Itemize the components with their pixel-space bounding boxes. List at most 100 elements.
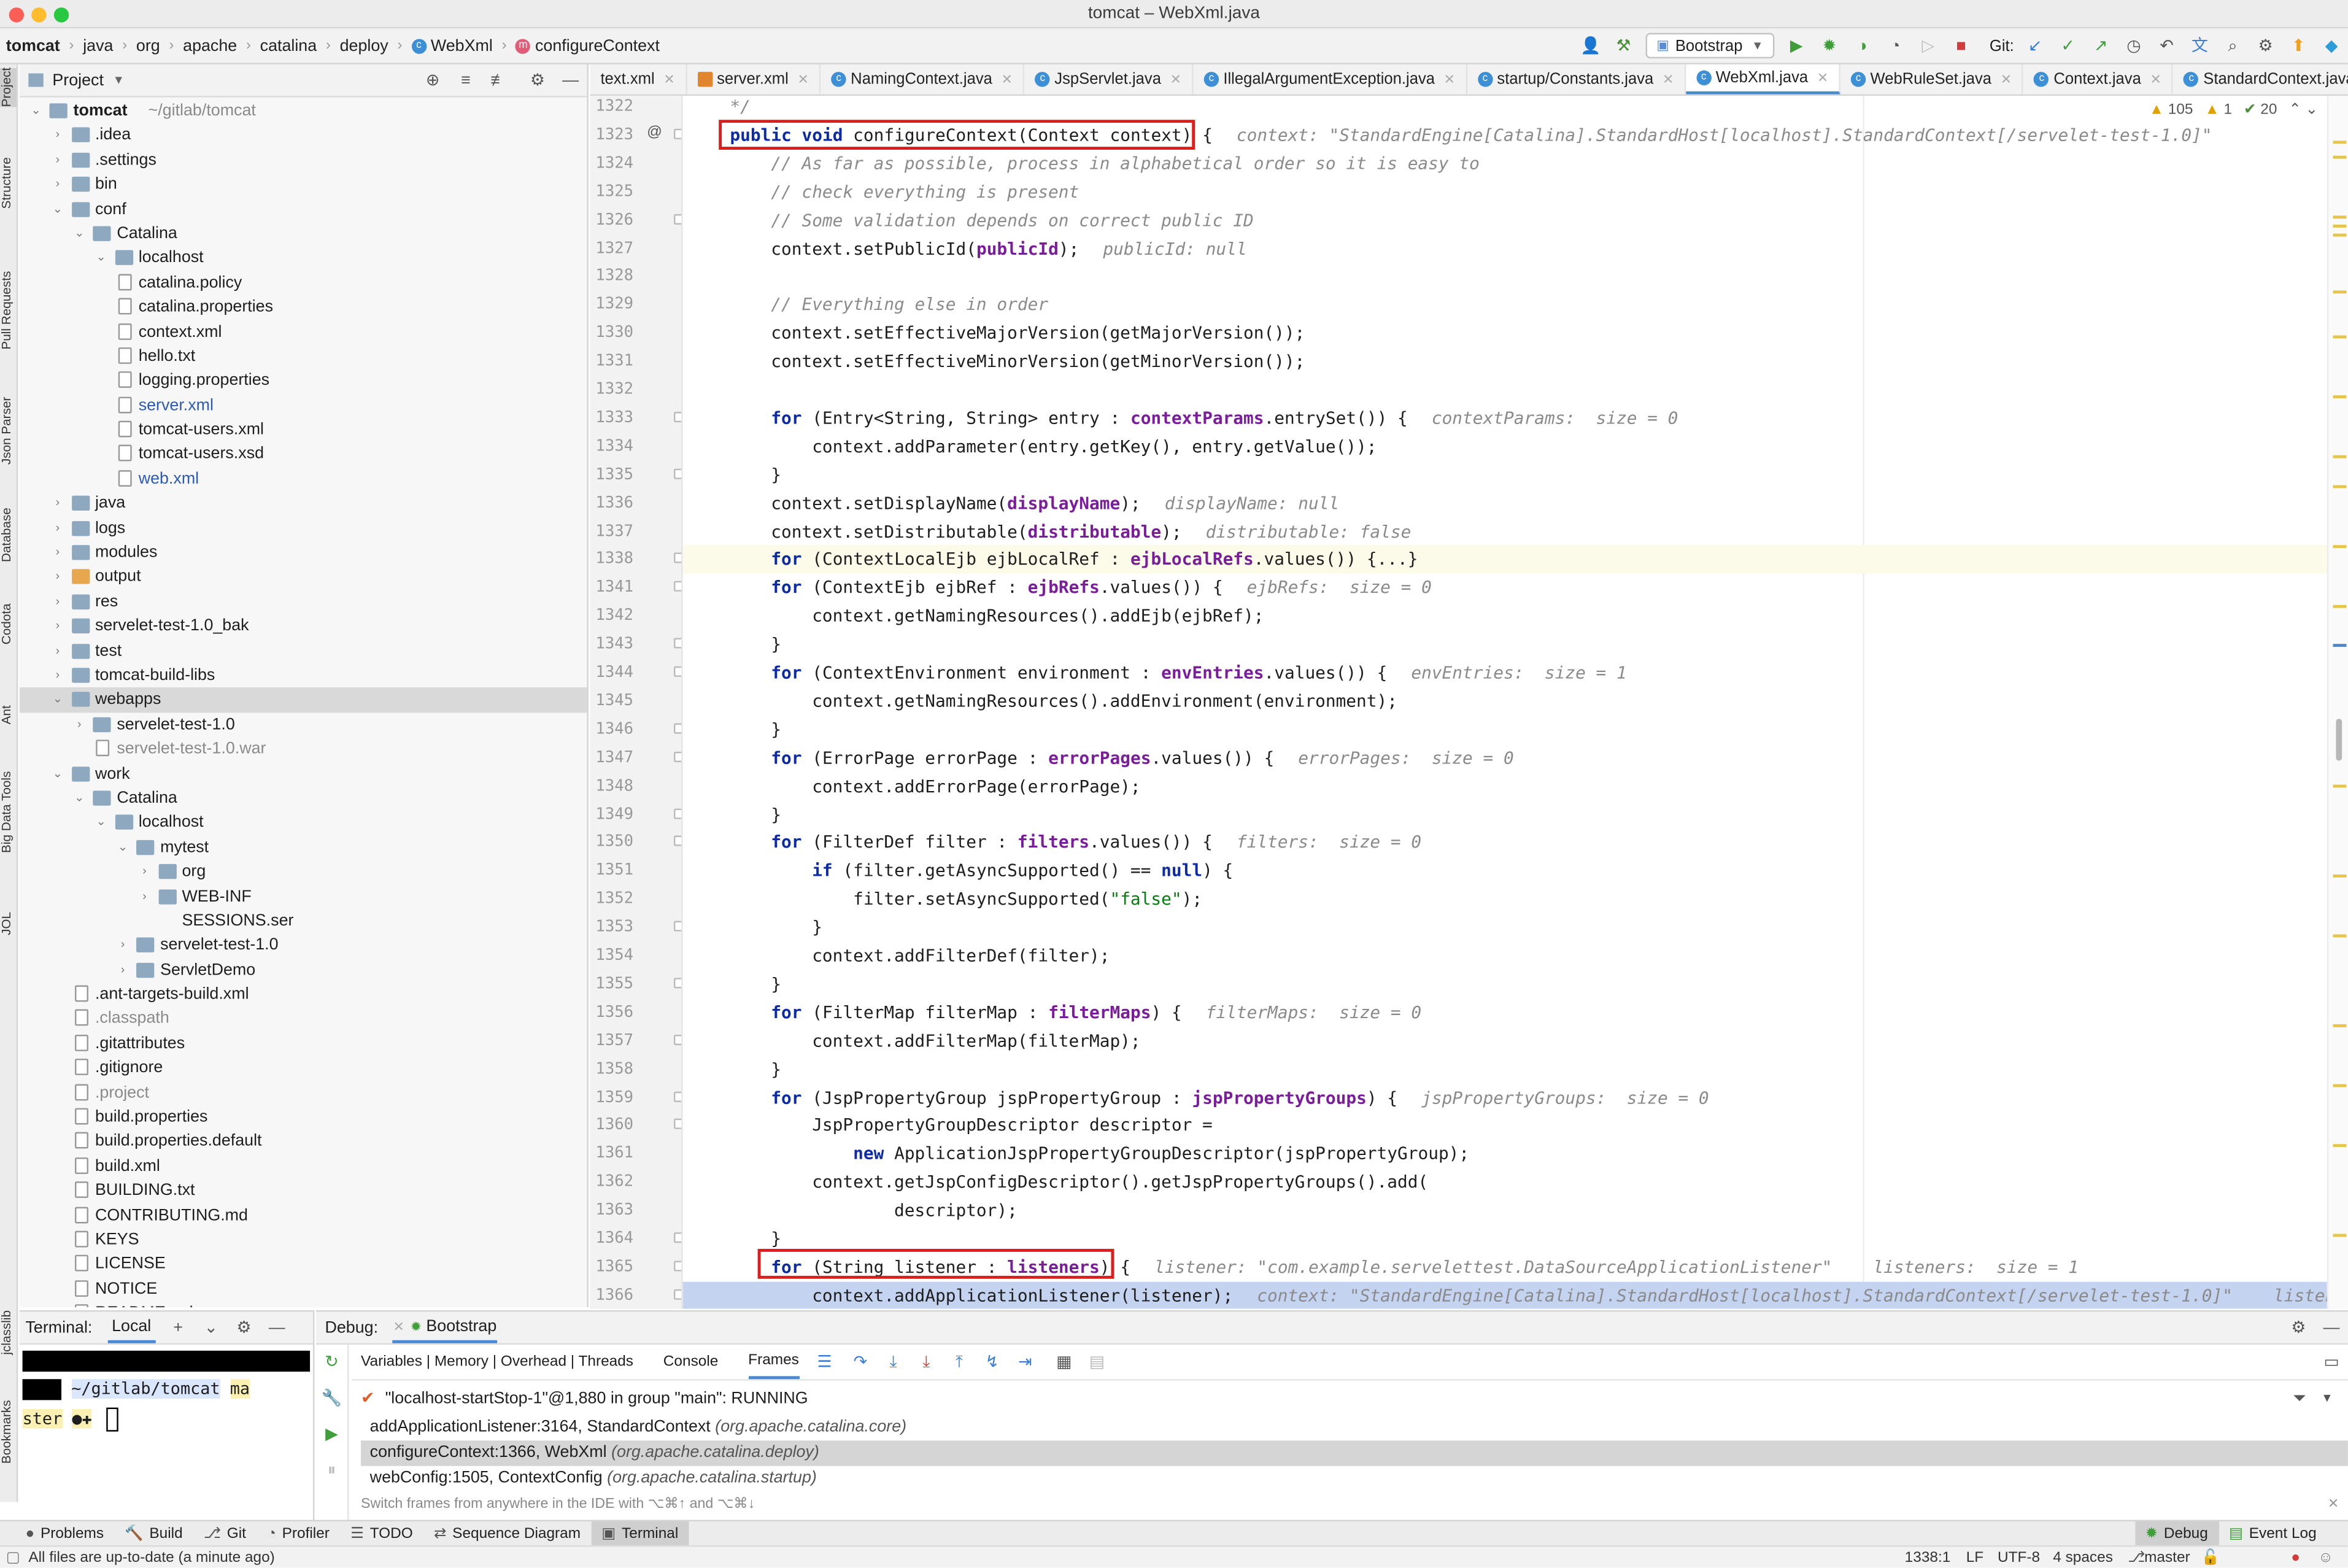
chevron-down-icon[interactable]: ⌄ [201,1317,222,1338]
tree-item[interactable]: › logs [20,516,587,541]
tree-item[interactable]: .classpath [20,1007,587,1032]
code-line[interactable]: context.setEffectiveMajorVersion(getMajo… [683,319,2327,347]
code-line[interactable]: } [683,800,2327,828]
editor-tab[interactable]: cStandardContext.java✕ [2173,64,2348,95]
tree-item[interactable]: SESSIONS.ser [20,909,587,933]
close-icon[interactable]: ✕ [1444,64,1455,95]
chevron-right-icon[interactable]: › [137,860,152,884]
code-line[interactable]: context.addApplicationListener(listener)… [682,1281,2327,1309]
tree-item[interactable]: build.xml [20,1154,587,1179]
hide-panel-icon[interactable]: — [560,69,581,90]
fold-icon[interactable] [674,128,682,139]
code-line[interactable]: for (FilterMap filterMap : filterMaps) {… [683,998,2327,1027]
code-line[interactable]: */ [683,96,2327,121]
tree-item[interactable]: › bin [20,172,587,197]
status-panel-icon[interactable]: ▢ [6,1547,20,1568]
tree-item[interactable]: ⌄ Catalina [20,786,587,811]
line-number[interactable]: 1324 [590,154,633,172]
git-push-icon[interactable]: ↗ [2090,35,2111,56]
tool-window-ant[interactable]: Ant [0,705,17,724]
code-line[interactable]: context.getNamingResources().addEnvironm… [683,687,2327,716]
breadcrumb-item[interactable]: › deploy [317,37,388,55]
override-marker-icon[interactable]: @ [647,125,662,141]
tool-button-sequence-diagram[interactable]: ⇄ Sequence Diagram [423,1521,591,1546]
tree-item[interactable]: ⌄ localhost [20,811,587,835]
scroll-thumb[interactable] [2336,719,2342,761]
chevron-down-icon[interactable]: ⌄ [50,688,65,713]
line-number[interactable]: 1356 [590,1003,633,1021]
line-number[interactable]: 1323 [590,126,633,144]
line-number[interactable]: 1335 [590,465,633,483]
code-line[interactable]: for (ErrorPage errorPage : errorPages.va… [683,744,2327,772]
chevron-right-icon[interactable]: › [50,516,65,541]
zoom-window-button[interactable] [53,7,69,23]
line-number[interactable]: 1365 [590,1257,633,1275]
editor-tab[interactable]: c startup/Constants.java ✕ [1467,64,1686,95]
line-number[interactable]: 1326 [590,210,633,228]
code-line[interactable]: // Everything else in order [683,291,2327,319]
code-line[interactable]: } [683,716,2327,744]
tree-item[interactable]: › servelet-test-1.0 [20,713,587,737]
tree-item[interactable]: › WEB-INF [20,884,587,909]
hide-panel-icon[interactable]: — [266,1317,287,1338]
subtab-console[interactable]: Console [663,1354,719,1370]
tree-item[interactable]: hello.txt [20,344,587,369]
chevron-down-icon[interactable]: ⌄ [94,246,109,271]
line-number[interactable]: 1357 [590,1031,633,1049]
code-line[interactable]: for (ContextLocalEjb ejbLocalRef : ejbLo… [682,546,2327,574]
resume-icon[interactable]: ▷ [1918,35,1939,56]
code-line[interactable]: context.addFilterDef(filter); [683,942,2327,970]
close-icon[interactable]: ✕ [2001,64,2012,95]
settings-gear-icon[interactable]: ⚙ [2288,1317,2309,1338]
line-number[interactable]: 1347 [590,748,633,766]
tool-window-json-parser[interactable]: Json Parser [0,397,17,465]
chevron-right-icon[interactable]: › [50,663,65,688]
line-number[interactable]: 1322 [590,98,633,115]
tree-item[interactable]: tomcat-users.xsd [20,442,587,467]
settings-gear-icon[interactable]: ⚙ [2255,35,2276,56]
fold-icon[interactable] [674,978,682,989]
line-number[interactable]: 1353 [590,918,633,936]
line-number[interactable]: 1362 [590,1173,633,1191]
tree-item[interactable]: web.xml [20,467,587,492]
line-number[interactable]: 1358 [590,1060,633,1078]
line-number[interactable]: 1343 [590,635,633,653]
chevron-right-icon[interactable]: › [50,639,65,663]
tool-window-codota[interactable]: Codota [0,603,17,644]
fold-icon[interactable] [674,553,682,564]
run-to-cursor-icon[interactable]: ⇥ [1014,1351,1035,1372]
code-line[interactable]: context.addErrorPage(errorPage); [683,772,2327,800]
editor-tab[interactable]: c Context.java ✕ [2024,64,2174,95]
debug-session-tab[interactable]: ✕ ✹ Bootstrap [393,1313,497,1343]
history-icon[interactable]: ◷ [2123,35,2144,56]
terminal-tab-local[interactable]: Local [107,1313,156,1343]
tree-item[interactable]: NOTICE [20,1277,587,1302]
chevron-right-icon[interactable]: › [115,933,130,958]
build-hammer-icon[interactable]: ⚒ [1613,35,1634,56]
fold-icon[interactable] [674,468,682,479]
fold-icon[interactable] [674,1289,682,1300]
tool-window-bookmarks[interactable]: Bookmarks [0,1400,17,1464]
chevron-down-icon[interactable]: ⌄ [2306,102,2318,118]
tree-item[interactable]: ⌄ webapps [19,687,587,713]
fold-icon[interactable] [674,1119,682,1130]
line-number[interactable]: 1360 [590,1116,633,1134]
line-number[interactable]: 1330 [590,323,633,341]
tree-item[interactable]: ⌄ localhost [20,246,587,271]
tool-window-jclasslib[interactable]: jclasslib [0,1310,17,1355]
tree-item[interactable]: tomcat-users.xml [20,418,587,442]
tool-window-big-data-tools[interactable]: Big Data Tools [0,771,17,853]
chevron-right-icon[interactable]: › [50,148,65,172]
chevron-up-icon[interactable]: ⌃ [2288,102,2301,118]
error-indicator-icon[interactable]: ● [2291,1547,2300,1568]
git-commit-icon[interactable]: ✓ [2058,35,2079,56]
tree-item[interactable]: › servelet-test-1.0 [20,933,587,958]
tree-item[interactable]: build.properties [20,1105,587,1130]
tool-button-profiler[interactable]: ◔ Profiler [257,1521,340,1546]
editor-scrollbar[interactable] [2327,96,2348,1309]
chevron-right-icon[interactable]: › [50,172,65,197]
run-icon[interactable]: ▶ [1786,35,1807,56]
tree-item[interactable]: › test [20,639,587,663]
step-over-icon[interactable]: ↷ [850,1351,871,1372]
profile-icon[interactable]: ◔ [1885,35,1906,56]
